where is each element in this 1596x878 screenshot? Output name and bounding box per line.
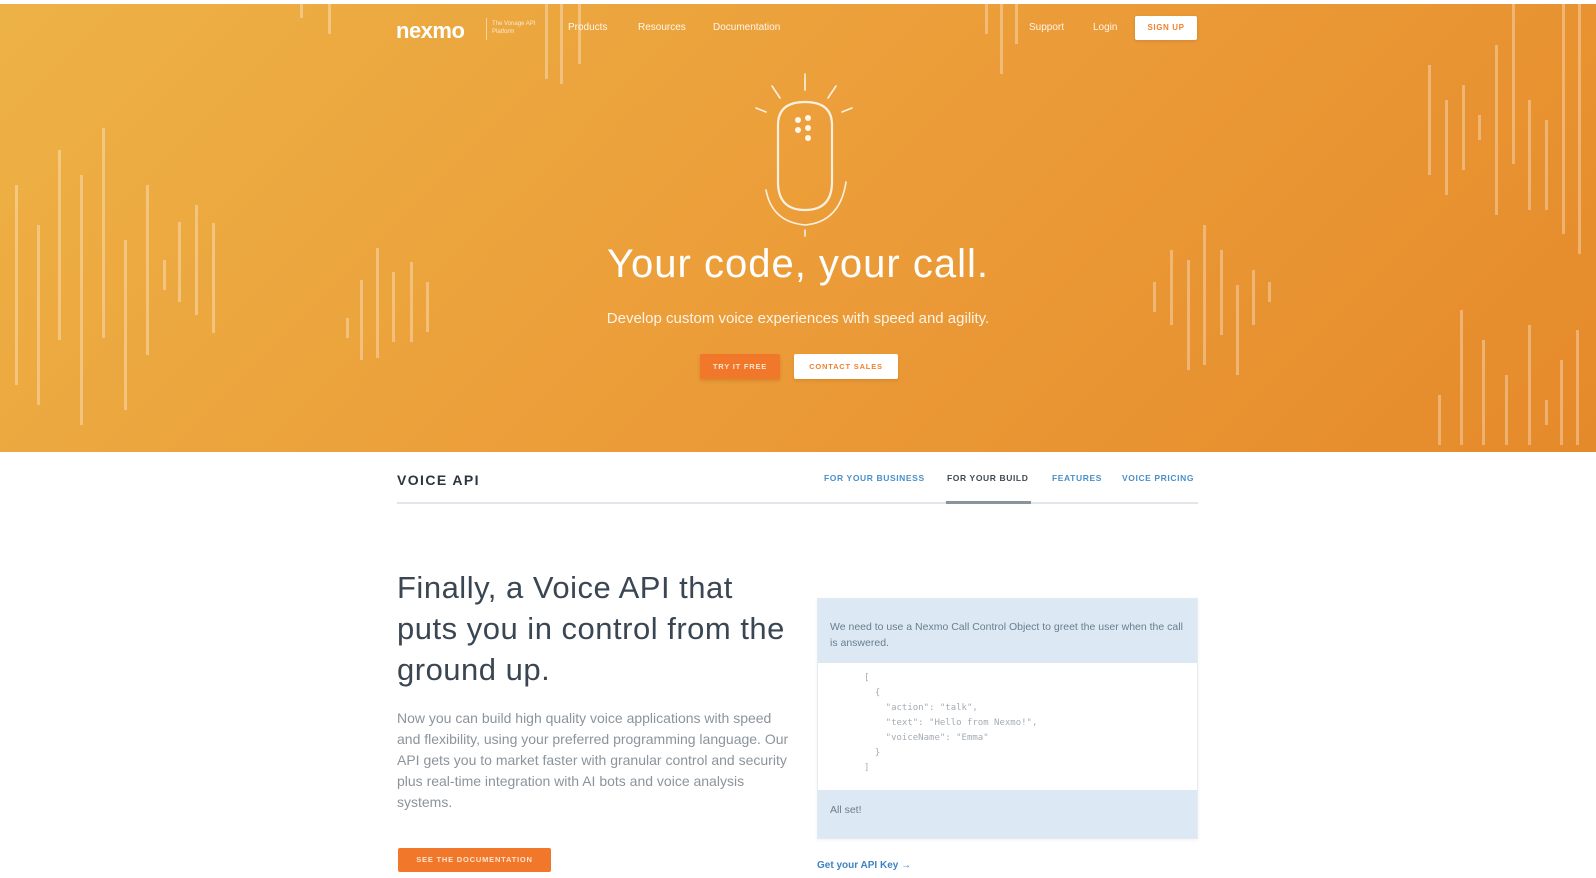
top-navigation: nexmo The Vonage API Platform Products R…: [0, 14, 1596, 44]
hero-banner: nexmo The Vonage API Platform Products R…: [0, 0, 1596, 452]
tab-for-your-build[interactable]: FOR YOUR BUILD: [947, 473, 1028, 483]
code-line: }: [864, 748, 881, 758]
nav-link-products[interactable]: Products: [568, 22, 607, 33]
code-block: [ { "action": "talk", "text": "Hello fro…: [864, 671, 1037, 776]
main-body-text: Now you can build high quality voice app…: [397, 710, 789, 810]
get-api-key-link[interactable]: Get your API Key →: [817, 860, 911, 871]
nav-link-login[interactable]: Login: [1093, 22, 1117, 33]
subnav-divider: [397, 502, 1198, 504]
active-tab-indicator: [946, 501, 1031, 504]
code-line: "voiceName": "Emma": [864, 733, 989, 743]
try-it-free-button[interactable]: TRY IT FREE: [700, 354, 780, 379]
main-headline: Finally, a Voice API that puts you in co…: [397, 570, 785, 687]
nav-link-support[interactable]: Support: [1029, 22, 1064, 33]
nav-link-resources[interactable]: Resources: [638, 22, 686, 33]
code-line: "action": "talk",: [864, 703, 978, 713]
contact-sales-button[interactable]: CONTACT SALES: [794, 354, 898, 379]
nav-link-documentation[interactable]: Documentation: [713, 22, 780, 33]
logo-divider: [486, 18, 487, 40]
tab-for-your-business[interactable]: FOR YOUR BUSINESS: [824, 473, 925, 483]
see-documentation-button[interactable]: SEE THE DOCUMENTATION: [398, 848, 551, 872]
code-line: {: [864, 688, 881, 698]
tab-voice-pricing[interactable]: VOICE PRICING: [1122, 473, 1194, 483]
code-line: "text": "Hello from Nexmo!",: [864, 718, 1038, 728]
code-card-header: We need to use a Nexmo Call Control Obje…: [818, 599, 1197, 663]
code-card-footer: All set!: [818, 790, 1197, 838]
hero-subtitle: Develop custom voice experiences with sp…: [606, 310, 990, 327]
microphone-icon: [755, 73, 853, 237]
hero-title: Your code, your call.: [607, 242, 989, 286]
code-line: ]: [864, 763, 870, 773]
nexmo-logo[interactable]: nexmo: [396, 18, 465, 44]
code-line: [: [864, 673, 870, 683]
code-example-card: We need to use a Nexmo Call Control Obje…: [817, 598, 1198, 839]
tab-features[interactable]: FEATURES: [1052, 473, 1102, 483]
sign-up-button[interactable]: SIGN UP: [1135, 16, 1197, 40]
section-title: VOICE API: [397, 472, 480, 488]
logo-tagline: The Vonage API Platform: [492, 21, 536, 35]
